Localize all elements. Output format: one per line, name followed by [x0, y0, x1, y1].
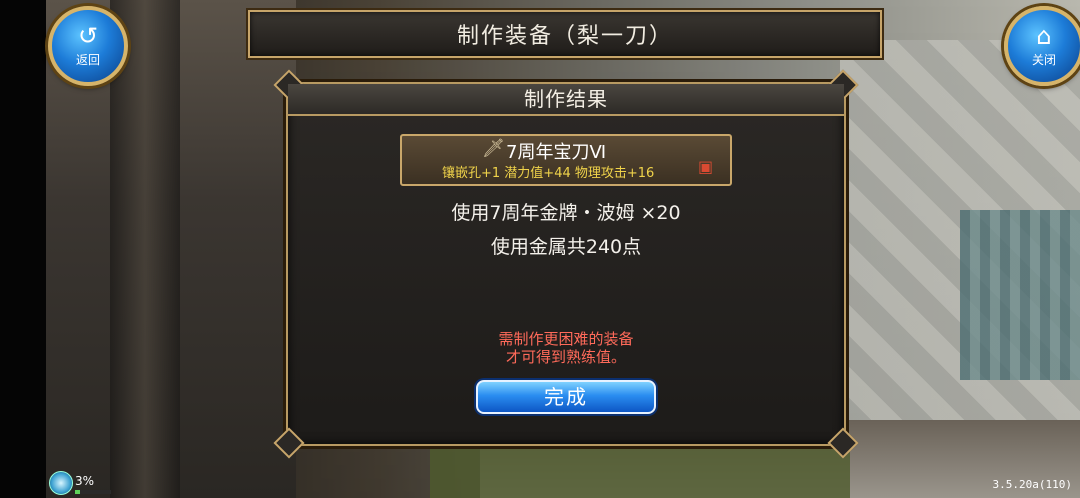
window-title: 制作装备（梨一刀） [456, 24, 673, 49]
version-label: 3.5.20a(110) [992, 478, 1072, 491]
hint-line-2: 才可得到熟练值。 [505, 348, 626, 366]
sword-icon: 🗡 [482, 138, 505, 159]
material-line-metal: 使用金属共240点 [490, 236, 642, 258]
scene-grass [430, 445, 850, 498]
exp-bar [75, 490, 111, 494]
done-button[interactable]: 完成 [476, 380, 656, 414]
close-button-label: 关闭 [1031, 53, 1056, 67]
material-line-medals: 使用7周年金牌・波姆 ×20 [451, 202, 681, 224]
window-title-bar: 制作装备（梨一刀） [248, 10, 882, 58]
back-arrow-icon: ↺ [77, 22, 99, 50]
back-button-label: 返回 [75, 53, 100, 67]
panel-title: 制作结果 [288, 84, 844, 116]
back-button[interactable]: ↺ 返回 [48, 6, 128, 86]
scene-pillar [110, 0, 180, 498]
treasure-chest-icon: ▣ [698, 157, 714, 176]
item-stats: 镶嵌孔+1 潜力值+44 物理攻击+16 [442, 166, 655, 181]
status-percent: 3% [75, 474, 95, 488]
left-black-edge [0, 0, 46, 498]
item-name: 7周年宝刀Ⅵ [506, 142, 607, 163]
craft-result-panel: 制作结果 🗡 7周年宝刀Ⅵ 镶嵌孔+1 潜力值+44 物理攻击+16 ▣ 使用7… [273, 69, 859, 459]
close-button[interactable]: ⌂ 关闭 [1004, 6, 1080, 86]
hint-line-1: 需制作更困难的装备 [498, 330, 634, 348]
scene-rug [960, 210, 1080, 380]
exp-bar-fill [75, 490, 80, 494]
home-icon: ⌂ [1036, 22, 1052, 50]
crafted-item-card[interactable]: 🗡 7周年宝刀Ⅵ 镶嵌孔+1 潜力值+44 物理攻击+16 ▣ [400, 134, 732, 186]
status-orb-icon [49, 471, 73, 495]
